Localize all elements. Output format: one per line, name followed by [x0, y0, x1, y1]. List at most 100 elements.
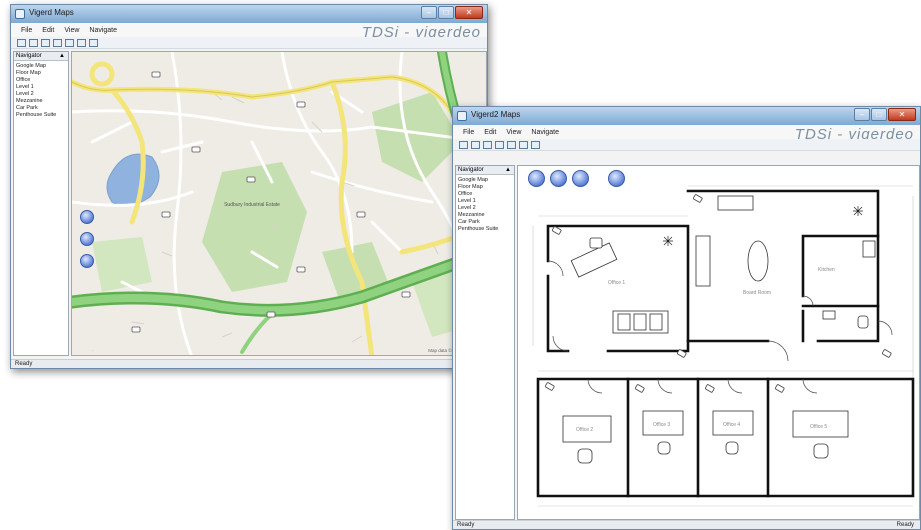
floorplan-window-title: Vigerd2 Maps [471, 110, 521, 119]
menu-navigate[interactable]: Navigate [89, 27, 117, 34]
room-label-office-4: Office 4 [723, 422, 740, 428]
camera-icon [356, 211, 366, 218]
menu-view[interactable]: View [64, 27, 79, 34]
navigator-title: Navigator [16, 53, 42, 59]
settings-tool-icon[interactable] [531, 140, 540, 149]
zoom-in-tool-icon[interactable] [17, 38, 26, 47]
fit-tool-icon[interactable] [65, 38, 74, 47]
menu-navigate[interactable]: Navigate [531, 129, 559, 136]
app-window-icon [15, 9, 25, 19]
nav-item-car-park[interactable]: Car Park [458, 219, 512, 226]
floor-plan: Office 1 Board Room Kitchen Office 2 Off… [532, 185, 915, 507]
room-label-office-5: Office 5 [810, 424, 827, 430]
room-label-board-room: Board Room [743, 290, 771, 296]
camera-icon [131, 326, 141, 333]
zoom-control-icon[interactable] [550, 170, 567, 187]
nav-item-office[interactable]: Office [458, 191, 512, 198]
nav-item-floor-map[interactable]: Floor Map [458, 184, 512, 191]
app-window-icon [457, 111, 467, 121]
camera-icon [635, 384, 645, 393]
floorplan-window-toolbar [453, 139, 920, 151]
map-window-status: Ready [11, 359, 487, 368]
map-window-title: Vigerd Maps [29, 8, 74, 17]
menu-edit[interactable]: Edit [484, 129, 496, 136]
floorplan-window-status: Ready Ready [453, 520, 920, 529]
maximize-icon[interactable]: □ [871, 108, 887, 121]
room-label-office-1: Office 1 [608, 280, 625, 286]
pin-icon[interactable]: ▲ [59, 52, 65, 61]
camera-icon [552, 226, 562, 235]
menu-view[interactable]: View [506, 129, 521, 136]
floorplan-window-titlebar[interactable]: Vigerd2 Maps – □ ✕ [453, 107, 920, 125]
camera-icon [401, 291, 411, 298]
minimize-icon[interactable]: – [421, 6, 437, 19]
navigator-title: Navigator [458, 167, 484, 173]
select-tool-icon[interactable] [471, 140, 480, 149]
nav-item-level-2[interactable]: Level 2 [458, 205, 512, 212]
camera-icon [296, 101, 306, 108]
menu-file[interactable]: File [21, 27, 32, 34]
navigator-panel: Navigator ▲ Google Map Floor Map Office … [455, 165, 515, 520]
zoom-control-icon[interactable] [80, 254, 94, 268]
camera-icon [693, 194, 703, 203]
lake [106, 153, 160, 207]
pan-tool-icon[interactable] [483, 140, 492, 149]
nav-item-level-2[interactable]: Level 2 [16, 91, 66, 98]
nav-item-google-map[interactable]: Google Map [16, 63, 66, 70]
room-label-office-3: Office 3 [653, 422, 670, 428]
zoom-control-icon[interactable] [528, 170, 545, 187]
pan-tool-icon[interactable] [41, 38, 50, 47]
camera-icon [296, 266, 306, 273]
grid-tool-icon[interactable] [77, 38, 86, 47]
room-label-office-2: Office 2 [576, 427, 593, 433]
camera-icon [882, 349, 892, 358]
menu-file[interactable]: File [463, 129, 474, 136]
select-tool-icon[interactable] [29, 38, 38, 47]
nav-item-level-1[interactable]: Level 1 [16, 84, 66, 91]
zoom-in-tool-icon[interactable] [459, 140, 468, 149]
map-window-titlebar[interactable]: Vigerd Maps – □ ✕ [11, 5, 487, 23]
camera-icon [151, 71, 161, 78]
camera-tool-icon[interactable] [495, 140, 504, 149]
settings-tool-icon[interactable] [89, 38, 98, 47]
svg-text:·: · [92, 348, 94, 354]
nav-item-penthouse-suite[interactable]: Penthouse Suite [16, 112, 66, 119]
navigator-header: Navigator ▲ [456, 166, 514, 175]
zoom-control-icon[interactable] [80, 210, 94, 224]
fit-tool-icon[interactable] [507, 140, 516, 149]
maximize-icon[interactable]: □ [438, 6, 454, 19]
nav-item-office[interactable]: Office [16, 77, 66, 84]
zoom-control-icon[interactable] [80, 232, 94, 246]
pin-icon[interactable]: ▲ [505, 166, 511, 175]
map-area-label: Sudbury Industrial Estate [224, 202, 280, 208]
zoom-control-icon[interactable] [572, 170, 589, 187]
camera-icon [545, 382, 555, 391]
nav-item-floor-map[interactable]: Floor Map [16, 70, 66, 77]
zoom-control-icon[interactable] [608, 170, 625, 187]
nav-item-level-1[interactable]: Level 1 [458, 198, 512, 205]
grid-tool-icon[interactable] [519, 140, 528, 149]
camera-icon [246, 176, 256, 183]
status-text-right: Ready [896, 522, 914, 528]
menu-edit[interactable]: Edit [42, 27, 54, 34]
floorplan-view[interactable]: Office 1 Board Room Kitchen Office 2 Off… [517, 165, 920, 520]
minimize-icon[interactable]: – [854, 108, 870, 121]
nav-item-mezzanine[interactable]: Mezzanine [458, 212, 512, 219]
close-icon[interactable]: ✕ [888, 108, 916, 121]
status-text: Ready [15, 361, 33, 367]
navigator-panel: Navigator ▲ Google Map Floor Map Office … [13, 51, 69, 356]
room-label-kitchen: Kitchen [818, 267, 835, 273]
navigator-header: Navigator ▲ [14, 52, 68, 61]
status-text: Ready [457, 522, 475, 528]
roundabout [89, 61, 115, 87]
nav-item-penthouse-suite[interactable]: Penthouse Suite [458, 226, 512, 233]
nav-item-car-park[interactable]: Car Park [16, 105, 66, 112]
close-icon[interactable]: ✕ [455, 6, 483, 19]
camera-icon [266, 311, 276, 318]
camera-tool-icon[interactable] [53, 38, 62, 47]
nav-item-google-map[interactable]: Google Map [458, 177, 512, 184]
nav-item-mezzanine[interactable]: Mezzanine [16, 98, 66, 105]
camera-icon [191, 146, 201, 153]
google-map-view[interactable]: · Sudbury Industrial Estate Map data ©20… [71, 51, 487, 356]
map-window-toolbar [11, 37, 487, 49]
